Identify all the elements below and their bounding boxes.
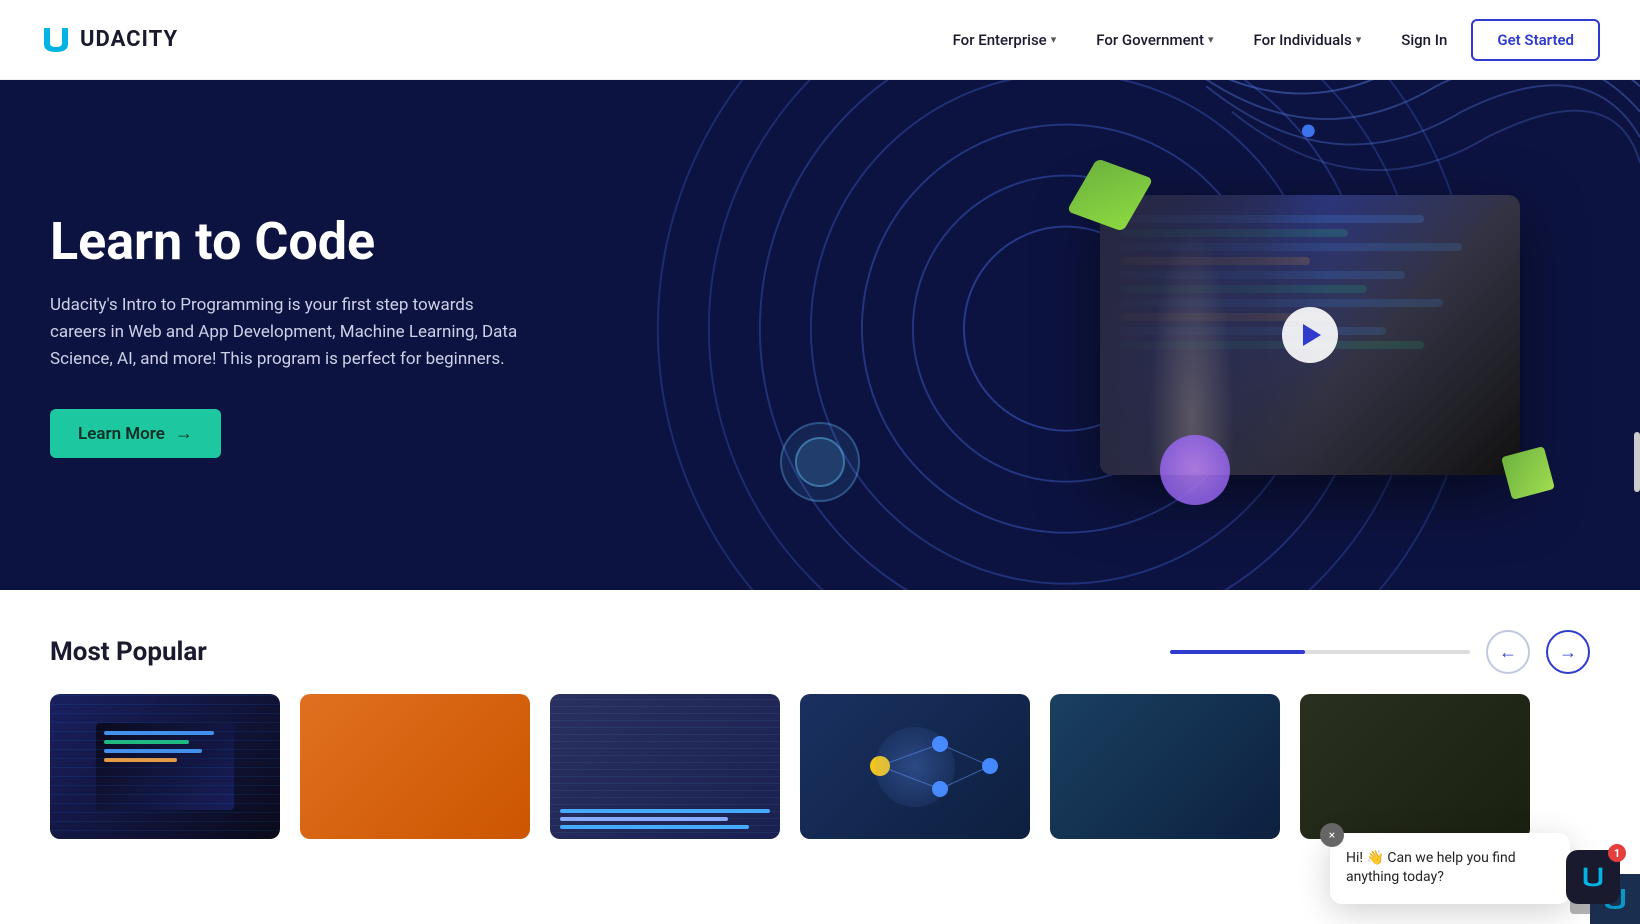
chevron-down-icon: ▾	[1208, 33, 1214, 46]
progress-bar-fill	[1170, 650, 1305, 654]
course-card-2[interactable]	[300, 694, 530, 839]
notification-badge: 1	[1608, 844, 1626, 862]
udacity-chat-avatar[interactable]: 1	[1566, 850, 1620, 904]
carousel-next-button[interactable]: →	[1546, 630, 1590, 674]
get-started-button[interactable]: Get Started	[1471, 19, 1600, 61]
most-popular-section: Most Popular ← →	[0, 590, 1640, 859]
course-thumbnail-2	[300, 694, 530, 839]
hero-section: Learn to Code Udacity's Intro to Program…	[0, 80, 1640, 590]
chat-widget: × Hi! 👋 Can we help you find anything to…	[1330, 833, 1570, 904]
scrollbar[interactable]	[1634, 432, 1640, 492]
nav-enterprise[interactable]: For Enterprise ▾	[937, 23, 1073, 57]
nav-individuals-label: For Individuals	[1254, 31, 1352, 49]
nav-items: For Enterprise ▾ For Government ▾ For In…	[937, 19, 1600, 61]
learn-more-button[interactable]: Learn More →	[50, 409, 221, 458]
purple-blob-shape	[1160, 435, 1230, 505]
course-card-3[interactable]	[550, 694, 780, 839]
course-thumbnail-5	[1050, 694, 1280, 839]
green-cube-bottom	[1501, 446, 1555, 500]
chat-message: Hi! 👋 Can we help you find anything toda…	[1346, 849, 1552, 888]
udacity-icon	[1579, 863, 1607, 891]
learn-more-label: Learn More	[78, 424, 165, 444]
nav-enterprise-label: For Enterprise	[953, 31, 1047, 49]
signin-label: Sign In	[1401, 31, 1447, 49]
navbar: UDACITY For Enterprise ▾ For Government …	[0, 0, 1640, 80]
close-icon: ×	[1329, 828, 1335, 842]
nav-individuals[interactable]: For Individuals ▾	[1238, 23, 1378, 57]
chevron-down-icon: ▾	[1356, 33, 1362, 46]
carousel-progress-bar	[1170, 650, 1470, 654]
hero-content: Learn to Code Udacity's Intro to Program…	[0, 212, 580, 458]
play-icon	[1303, 324, 1321, 346]
hero-visual	[1100, 195, 1520, 475]
course-thumbnail-1	[50, 694, 280, 839]
course-cards-row: 1	[50, 694, 1590, 839]
signin-link[interactable]: Sign In	[1385, 23, 1463, 57]
course-thumbnail-3	[550, 694, 780, 839]
get-started-label: Get Started	[1497, 31, 1574, 49]
udacity-logo-icon	[40, 24, 72, 56]
section-title: Most Popular	[50, 637, 207, 667]
section-header: Most Popular ← →	[50, 630, 1590, 674]
chat-close-button[interactable]: ×	[1320, 823, 1344, 847]
video-card[interactable]	[1100, 195, 1520, 475]
nav-government-label: For Government	[1096, 31, 1204, 49]
nav-government[interactable]: For Government ▾	[1080, 23, 1229, 57]
hero-description: Udacity's Intro to Programming is your f…	[50, 292, 530, 374]
course-thumbnail-4	[800, 694, 1030, 839]
course-card-5[interactable]	[1050, 694, 1280, 839]
logo-text: UDACITY	[80, 27, 178, 52]
logo-link[interactable]: UDACITY	[40, 24, 178, 56]
chevron-down-icon: ▾	[1051, 33, 1057, 46]
course-thumbnail-6: 1	[1300, 694, 1530, 839]
hero-title: Learn to Code	[50, 212, 530, 272]
play-button[interactable]	[1282, 307, 1338, 363]
course-card-6[interactable]: 1	[1300, 694, 1530, 839]
arrow-left-icon: ←	[1499, 642, 1517, 663]
carousel-prev-button[interactable]: ←	[1486, 630, 1530, 674]
carousel-controls: ← →	[1170, 630, 1590, 674]
course-card-4[interactable]	[800, 694, 1030, 839]
course-card-1[interactable]	[50, 694, 280, 839]
arrow-right-icon: →	[1559, 642, 1577, 663]
arrow-right-icon: →	[175, 423, 193, 444]
